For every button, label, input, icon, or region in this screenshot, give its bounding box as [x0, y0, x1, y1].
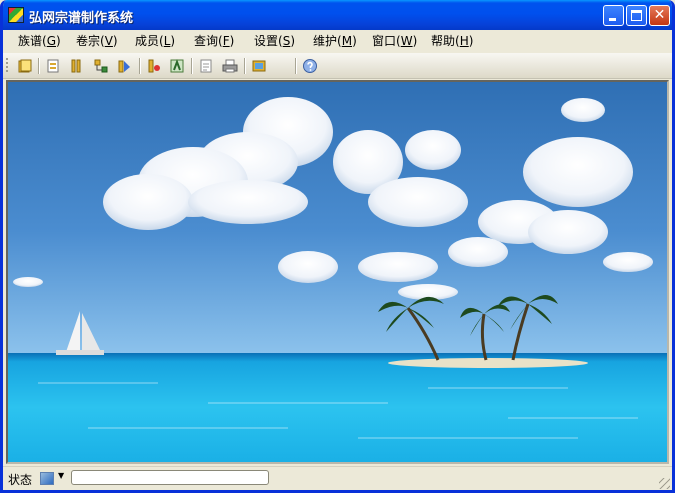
member-tree-icon[interactable]	[93, 58, 109, 74]
menu-weihu[interactable]: 维护(M)	[313, 33, 357, 50]
menu-zupu[interactable]: 族谱(G)	[18, 33, 61, 50]
menu-bangzhu[interactable]: 帮助(H)	[431, 33, 473, 50]
status-text-field	[71, 470, 269, 485]
toolbar-grip[interactable]	[6, 58, 8, 73]
window-title: 弘网宗谱制作系统	[29, 11, 134, 26]
menu-bar: 族谱(G) 卷宗(V) 成员(L) 查询(F) 设置(S) 维护(M) 窗口(W…	[3, 30, 672, 52]
image-export-icon[interactable]	[251, 58, 267, 74]
mdi-client-area[interactable]	[6, 80, 669, 464]
status-image-icon[interactable]	[40, 472, 54, 485]
print-icon[interactable]	[222, 58, 238, 74]
chevron-down-icon[interactable]: ▼	[58, 471, 64, 480]
toolbar-separator	[191, 58, 193, 74]
toolbar-separator	[295, 58, 297, 74]
toolbar-separator	[244, 58, 246, 74]
member-search-icon[interactable]	[146, 58, 162, 74]
app-icon[interactable]	[8, 7, 24, 23]
help-icon[interactable]	[302, 58, 318, 74]
menu-chaxun[interactable]: 查询(F)	[194, 33, 234, 50]
toolbar	[3, 53, 672, 79]
new-volume-icon[interactable]	[45, 58, 61, 74]
status-bar: 状态 ▼	[3, 466, 672, 490]
status-label: 状态	[8, 473, 33, 487]
toolbar-separator	[139, 58, 141, 74]
maximize-button[interactable]	[626, 5, 647, 26]
add-member-icon[interactable]	[116, 58, 132, 74]
minimize-button[interactable]	[603, 5, 624, 26]
title-bar[interactable]: 弘网宗谱制作系统 ✕	[3, 0, 672, 30]
tree-view-icon[interactable]	[169, 58, 185, 74]
menu-chengyuan[interactable]: 成员(L)	[135, 33, 175, 50]
menu-shezhi[interactable]: 设置(S)	[254, 33, 295, 50]
volume-list-icon[interactable]	[69, 58, 85, 74]
document-icon[interactable]	[198, 58, 214, 74]
menu-juanzong[interactable]: 卷宗(V)	[76, 33, 118, 50]
background-image	[8, 82, 667, 462]
open-book-icon[interactable]	[17, 58, 33, 74]
minimize-icon	[609, 18, 616, 21]
maximize-icon	[631, 10, 642, 21]
sea	[8, 353, 667, 462]
close-icon: ✕	[653, 7, 666, 23]
app-window: 弘网宗谱制作系统 ✕ 族谱(G) 卷宗(V) 成员(L) 查询(F) 设置(S)…	[0, 0, 675, 493]
close-button[interactable]: ✕	[649, 5, 670, 26]
resize-grip[interactable]	[659, 478, 670, 489]
toolbar-separator	[38, 58, 40, 74]
menu-chuangkou[interactable]: 窗口(W)	[372, 33, 417, 50]
